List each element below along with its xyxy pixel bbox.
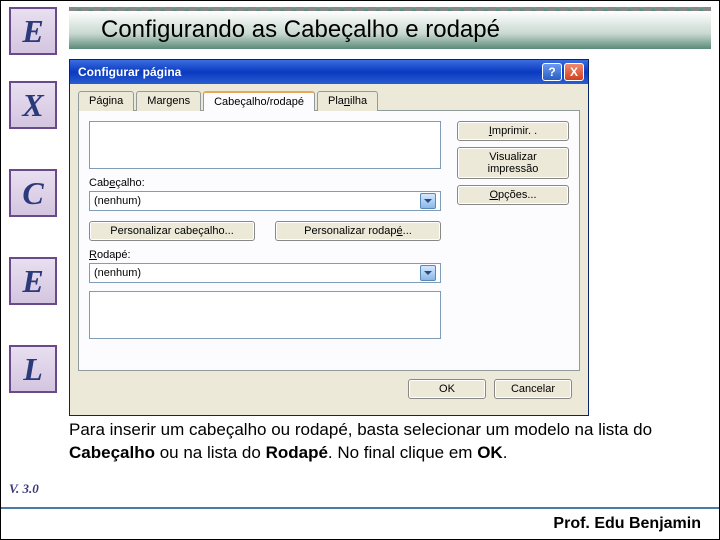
customize-footer-button[interactable]: Personalizar rodapé... (275, 221, 441, 241)
tab-label: Página (89, 95, 123, 107)
options-button[interactable]: Opções... (457, 185, 569, 205)
side-letter-l: L (9, 345, 57, 393)
header-label: Cabeçalho: (89, 177, 441, 189)
dialog-title: Configurar página (74, 65, 540, 79)
footer-preview (89, 291, 441, 339)
footer-select-value: (nenhum) (94, 267, 420, 279)
side-letter-e: E (9, 7, 57, 55)
tab-header-footer[interactable]: Cabeçalho/rodapé (203, 91, 315, 111)
dialog-titlebar: Configurar página ? X (70, 60, 588, 84)
footer-divider (1, 507, 719, 509)
footer-label: Rodapé: (89, 249, 441, 261)
header-select[interactable]: (nenhum) (89, 191, 441, 211)
close-button[interactable]: X (564, 63, 584, 81)
tab-strip: Página Margens Cabeçalho/rodapé Planilha (78, 90, 580, 111)
header-preview (89, 121, 441, 169)
slide-title-bar: Configurando as Cabeçalho e rodapé (69, 7, 711, 49)
version-label: V. 3.0 (9, 481, 39, 497)
print-button[interactable]: Imprimir. . (457, 121, 569, 141)
customize-header-button[interactable]: Personalizar cabeçalho... (89, 221, 255, 241)
side-letter-c: C (9, 169, 57, 217)
tab-panel: Imprimir. . Visualizar impressão Opções.… (78, 111, 580, 371)
tab-margins[interactable]: Margens (136, 91, 201, 111)
header-select-value: (nenhum) (94, 195, 420, 207)
footer-select[interactable]: (nenhum) (89, 263, 441, 283)
chevron-down-icon (420, 265, 436, 281)
side-letter-e2: E (9, 257, 57, 305)
cancel-button[interactable]: Cancelar (494, 379, 572, 399)
ok-button[interactable]: OK (408, 379, 486, 399)
slide-caption: Para inserir um cabeçalho ou rodapé, bas… (69, 419, 707, 465)
tab-page[interactable]: Página (78, 91, 134, 111)
print-preview-button[interactable]: Visualizar impressão (457, 147, 569, 179)
help-button[interactable]: ? (542, 63, 562, 81)
tab-sheet[interactable]: Planilha (317, 91, 378, 111)
footer-author: Prof. Edu Benjamin (553, 515, 701, 533)
chevron-down-icon (420, 193, 436, 209)
slide-title: Configurando as Cabeçalho e rodapé (101, 16, 500, 44)
tab-label: Planilha (328, 95, 367, 107)
page-setup-dialog: Configurar página ? X Página Margens Cab… (69, 59, 589, 416)
side-letter-x: X (9, 81, 57, 129)
